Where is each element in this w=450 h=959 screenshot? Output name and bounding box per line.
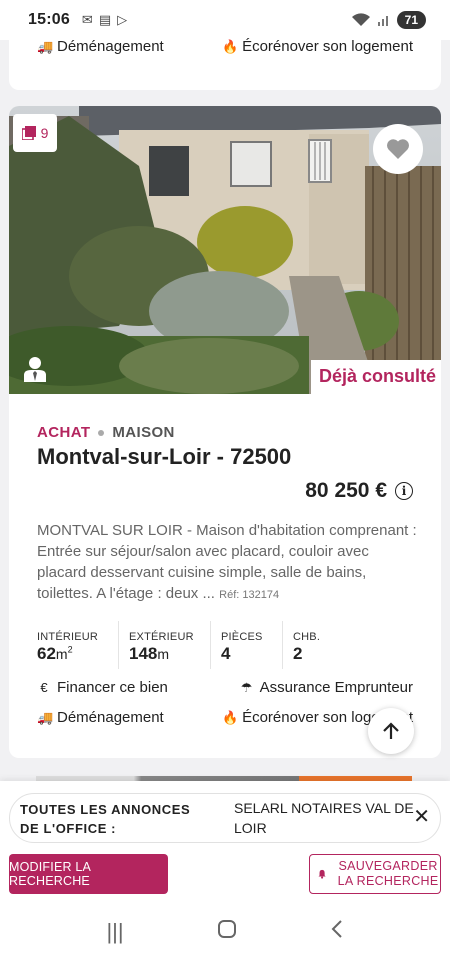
spec-exterior: EXTÉRIEUR 148m <box>119 621 211 669</box>
agent-icon <box>23 356 47 382</box>
close-icon[interactable]: ✕ <box>413 807 430 827</box>
separator-dot <box>98 429 105 436</box>
save-search-label: SAUVEGARDER LA RECHERCHE <box>337 859 439 888</box>
system-nav-bar: ||| <box>0 905 450 959</box>
spec-rooms: PIÈCES 4 <box>211 621 283 669</box>
spec-rooms-label: PIÈCES <box>221 631 263 643</box>
bell-icon <box>318 869 326 879</box>
spec-interior-value: 62m2 <box>37 644 73 663</box>
spec-bedrooms-value: 2 <box>293 644 303 663</box>
flame-icon: 🔥 <box>222 709 239 725</box>
photo-count-badge[interactable]: 9 <box>13 114 57 152</box>
euro-icon: € <box>40 680 48 695</box>
truck-icon: 🚚 <box>37 38 54 54</box>
listing-title[interactable]: Montval-sur-Loir - 72500 <box>37 444 291 470</box>
spec-rooms-value: 4 <box>221 644 231 663</box>
listing-price: 80 250 € <box>305 479 387 502</box>
property-type: MAISON <box>112 424 175 441</box>
spec-exterior-label: EXTÉRIEUR <box>129 631 194 643</box>
battery-indicator: 71 <box>396 11 426 29</box>
moving-service-link[interactable]: 🚚 Déménagement <box>37 38 164 55</box>
listing-ref: Réf: 132174 <box>219 589 280 601</box>
office-name: SELARL NOTAIRES VAL DE LOIR <box>234 800 414 836</box>
umbrella-icon: ☂ <box>240 679 253 695</box>
gallery-icon <box>21 126 36 140</box>
play-icon: ▷ <box>117 12 128 27</box>
wifi-icon <box>351 13 370 26</box>
finance-link[interactable]: € Financer ce bien <box>37 679 168 696</box>
favorite-button[interactable] <box>373 124 423 174</box>
back-icon[interactable] <box>330 919 344 945</box>
spec-interior: INTÉRIEUR 62m2 <box>27 621 119 669</box>
office-filter-label: TOUTES LES ANNONCES DE L'OFFICE : <box>20 802 191 836</box>
heart-icon <box>387 139 409 159</box>
scroll-to-top-button[interactable] <box>368 708 414 754</box>
info-icon[interactable]: i <box>395 482 413 500</box>
insurance-label: Assurance Emprunteur <box>259 679 413 696</box>
arrow-up-icon <box>383 722 399 739</box>
office-filter-chip[interactable]: TOUTES LES ANNONCES DE L'OFFICE : SELARL… <box>9 793 441 843</box>
listing-meta: ACHAT MAISON <box>37 424 175 441</box>
renovate-service-link[interactable]: 🔥 Écorénover son logement <box>222 38 413 55</box>
save-search-button[interactable]: SAUVEGARDER LA RECHERCHE <box>309 854 441 894</box>
notification-icons: ✉ ▤ ▷ <box>82 12 127 28</box>
modify-search-button[interactable]: MODIFIER LA RECHERCHE <box>9 854 168 894</box>
signal-icon <box>377 16 388 26</box>
services-row-1: € Financer ce bien ☂ Assurance Emprunteu… <box>37 679 413 696</box>
listing-description: MONTVAL SUR LOIR - Maison d'habitation c… <box>37 520 417 606</box>
previous-listing-card: 🚚 Déménagement 🔥 Écorénover son logement <box>9 34 441 90</box>
recent-apps-icon[interactable]: ||| <box>106 919 123 945</box>
truck-icon: 🚚 <box>37 709 54 725</box>
spec-bedrooms-label: CHB. <box>293 631 321 643</box>
news-icon: ▤ <box>98 12 112 27</box>
services-row-2: 🚚 Déménagement 🔥 Écorénover son logement <box>37 709 413 726</box>
already-seen-badge: Déjà consulté <box>310 360 441 394</box>
gmail-icon: ✉ <box>81 12 93 27</box>
photo-count: 9 <box>40 125 49 141</box>
price-row: 80 250 € i <box>305 479 413 503</box>
status-time: 15:06 <box>28 11 70 28</box>
insurance-link[interactable]: ☂ Assurance Emprunteur <box>240 679 413 696</box>
listing-specs: INTÉRIEUR 62m2 EXTÉRIEUR 148m PIÈCES 4 C… <box>27 621 423 669</box>
moving-link[interactable]: 🚚 Déménagement <box>37 709 164 726</box>
home-icon[interactable] <box>217 919 237 945</box>
bottom-panel: TOUTES LES ANNONCES DE L'OFFICE : SELARL… <box>0 781 450 905</box>
moving-service-label: Déménagement <box>57 38 164 55</box>
listing-card[interactable]: 9 Déjà consulté ACHAT MAISON Montval-sur… <box>9 106 441 758</box>
finance-label: Financer ce bien <box>57 679 168 696</box>
spec-bedrooms: CHB. 2 <box>283 621 363 669</box>
renovate-service-label: Écorénover son logement <box>242 38 413 55</box>
transaction-type: ACHAT <box>37 424 91 441</box>
spec-exterior-value: 148m <box>129 644 170 663</box>
flame-icon: 🔥 <box>222 38 239 54</box>
listing-photo[interactable]: 9 Déjà consulté <box>9 106 441 394</box>
moving-label: Déménagement <box>57 709 164 726</box>
spec-interior-label: INTÉRIEUR <box>37 631 99 643</box>
